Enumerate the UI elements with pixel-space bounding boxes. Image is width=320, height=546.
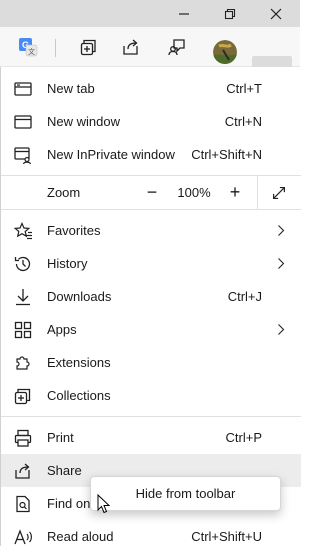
shortcut-label: Ctrl+Shift+U [191, 529, 262, 544]
minimize-button[interactable] [161, 0, 207, 27]
zoom-in-button[interactable]: + [219, 176, 251, 209]
menu-item-new-tab[interactable]: New tab Ctrl+T [1, 72, 301, 105]
menu-divider [1, 416, 301, 417]
translate-icon: G 文 [19, 38, 38, 57]
profile-photo-icon [213, 40, 237, 64]
menu-item-collections[interactable]: Collections [1, 379, 301, 412]
read-aloud-icon [12, 526, 34, 546]
new-tab-icon [12, 78, 34, 100]
menu-item-apps[interactable]: Apps [1, 313, 301, 346]
zoom-separator [257, 176, 258, 209]
share-toolbar-button[interactable] [116, 32, 146, 62]
menu-item-label: Collections [47, 388, 111, 403]
zoom-value: 100% [177, 185, 211, 200]
share-icon [123, 39, 138, 55]
menu-item-label: Read aloud [47, 529, 114, 544]
svg-text:文: 文 [28, 47, 35, 56]
zoom-out-glyph: − [146, 182, 158, 202]
title-bar [0, 0, 300, 27]
apps-icon [12, 319, 34, 341]
downloads-icon [12, 286, 34, 308]
zoom-in-glyph: + [229, 182, 241, 202]
menu-item-label: History [47, 256, 88, 271]
collections-icon [12, 385, 34, 407]
restore-button[interactable] [207, 0, 253, 27]
new-window-icon [12, 111, 34, 133]
shortcut-label: Ctrl+T [226, 81, 262, 96]
shortcut-label: Ctrl+J [227, 289, 262, 304]
feedback-icon [168, 39, 185, 56]
mouse-cursor-icon [97, 494, 111, 514]
menu-item-label: Print [47, 430, 74, 445]
toolbar-separator [55, 39, 56, 57]
menu-item-extensions[interactable]: Extensions [1, 346, 301, 379]
full-screen-button[interactable] [263, 176, 295, 209]
menu-item-new-window[interactable]: New window Ctrl+N [1, 105, 301, 138]
full-screen-icon [273, 186, 285, 199]
share-icon [12, 460, 34, 482]
hide-from-toolbar-option[interactable]: Hide from toolbar [136, 486, 236, 501]
inprivate-window-icon [12, 144, 34, 166]
context-menu-popup: Hide from toolbar [90, 476, 281, 511]
menu-item-label: Extensions [47, 355, 111, 370]
menu-divider [1, 209, 301, 210]
menu-item-label: Find on [47, 496, 91, 511]
menu-item-favorites[interactable]: Favorites [1, 214, 301, 247]
collections-button[interactable] [73, 32, 103, 62]
minimize-icon [179, 12, 189, 15]
chevron-right-icon [275, 224, 287, 238]
close-window-button[interactable] [253, 0, 299, 27]
shortcut-label: Ctrl+N [224, 114, 262, 129]
history-icon [12, 253, 34, 275]
collections-icon [80, 39, 96, 56]
chevron-right-icon [275, 257, 287, 271]
feedback-button[interactable] [162, 32, 192, 62]
menu-item-label: New InPrivate window [47, 147, 175, 162]
zoom-out-button[interactable]: − [136, 176, 168, 209]
menu-item-history[interactable]: History [1, 247, 301, 280]
menu-item-label: Favorites [47, 223, 101, 238]
close-icon [270, 8, 282, 19]
print-icon [12, 427, 34, 449]
menu-item-print[interactable]: Print Ctrl+P [1, 421, 301, 454]
zoom-level: 100% [171, 176, 217, 209]
zoom-label: Zoom [47, 185, 81, 200]
menu-item-new-inprivate-window[interactable]: New InPrivate window Ctrl+Shift+N [1, 138, 301, 171]
menu-item-read-aloud[interactable]: Read aloud Ctrl+Shift+U [1, 520, 301, 546]
menu-item-label: New window [47, 114, 120, 129]
profile-avatar[interactable] [213, 40, 237, 64]
menu-item-label: Share [47, 463, 82, 478]
menu-item-label: Apps [47, 322, 77, 337]
menu-item-label: Downloads [47, 289, 112, 304]
settings-menu: New tab Ctrl+T New window Ctrl+N New InP… [0, 67, 301, 546]
favorites-icon [12, 220, 34, 242]
restore-icon [224, 8, 236, 19]
translate-button[interactable]: G 文 [13, 32, 43, 62]
shortcut-label: Ctrl+P [225, 430, 262, 445]
menu-item-downloads[interactable]: Downloads Ctrl+J [1, 280, 301, 313]
menu-item-label: New tab [47, 81, 95, 96]
chevron-right-icon [275, 323, 287, 337]
browser-toolbar: G 文 [0, 27, 300, 92]
extensions-icon [12, 352, 34, 374]
menu-item-zoom: Zoom − 100% + [1, 176, 301, 209]
shortcut-label: Ctrl+Shift+N [191, 147, 262, 162]
find-on-page-icon [12, 493, 34, 515]
